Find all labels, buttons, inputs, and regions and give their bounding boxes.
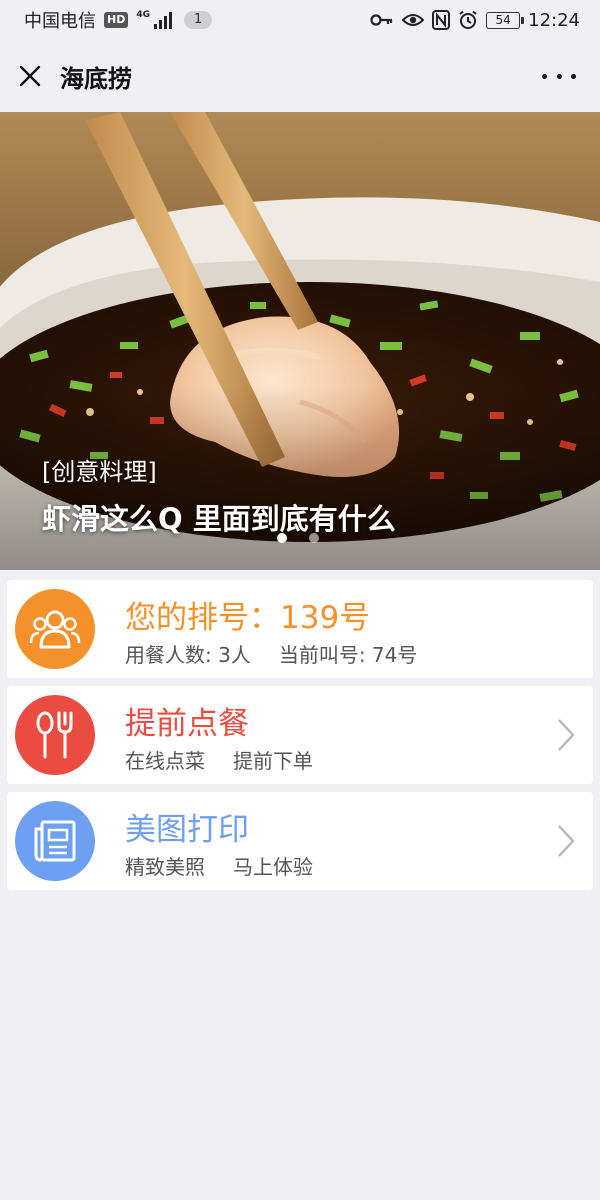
network-type: 4G: [136, 10, 150, 20]
page-title: 海底捞: [60, 64, 132, 93]
notification-count: 1: [184, 11, 213, 29]
carousel-dot-active[interactable]: [277, 533, 287, 543]
party-size: 用餐人数: 3人: [125, 643, 251, 667]
queue-details: 用餐人数: 3人 当前叫号: 74号: [125, 639, 417, 668]
eye-icon: [402, 14, 425, 26]
banner-caption: 虾滑这么Q 里面到底有什么: [42, 502, 396, 536]
banner-tag: [创意料理]: [42, 458, 157, 486]
document-icon: [15, 801, 95, 881]
more-dots-icon: [542, 73, 547, 79]
current-called-number: 当前叫号: 74号: [278, 643, 418, 667]
pre-order-subtitle: 在线点菜 提前下单: [125, 745, 313, 774]
pre-order-card[interactable]: 提前点餐 在线点菜 提前下单: [7, 686, 593, 784]
people-icon: [15, 589, 95, 669]
nfc-icon: [432, 10, 451, 30]
queue-number-title: 您的排号：139号: [125, 600, 371, 636]
close-button[interactable]: [0, 40, 60, 112]
pre-order-sub-2: 提前下单: [233, 749, 313, 773]
banner-carousel[interactable]: [创意料理] 虾滑这么Q 里面到底有什么: [0, 112, 600, 570]
battery-icon: 54: [486, 11, 525, 29]
spoon-fork-icon: [15, 695, 95, 775]
pre-order-sub-1: 在线点菜: [125, 749, 205, 773]
clock: 12:24: [528, 9, 580, 31]
carousel-dot[interactable]: [309, 533, 319, 543]
signal-icon: 4G: [136, 11, 172, 29]
photo-print-card[interactable]: 美图打印 精致美照 马上体验: [7, 792, 593, 890]
carousel-indicator: [277, 533, 319, 543]
carrier-name: 中国电信: [24, 11, 96, 32]
status-bar: 中国电信 HD 4G 1 54 12:24: [0, 0, 600, 40]
nav-bar: 海底捞: [0, 40, 600, 112]
hd-badge: HD: [104, 12, 129, 28]
chevron-right-icon: [558, 719, 575, 751]
more-button[interactable]: [542, 66, 576, 86]
queue-number-card[interactable]: 您的排号：139号 用餐人数: 3人 当前叫号: 74号: [7, 580, 593, 678]
photo-print-sub-1: 精致美照: [125, 855, 205, 879]
chevron-right-icon: [558, 825, 575, 857]
alarm-icon: [459, 10, 477, 29]
battery-level: 54: [495, 12, 511, 27]
photo-print-title: 美图打印: [125, 812, 249, 848]
photo-print-sub-2: 马上体验: [233, 855, 313, 879]
key-icon: [370, 14, 393, 26]
close-icon: [19, 65, 41, 87]
photo-print-subtitle: 精致美照 马上体验: [125, 851, 313, 880]
pre-order-title: 提前点餐: [125, 706, 249, 742]
